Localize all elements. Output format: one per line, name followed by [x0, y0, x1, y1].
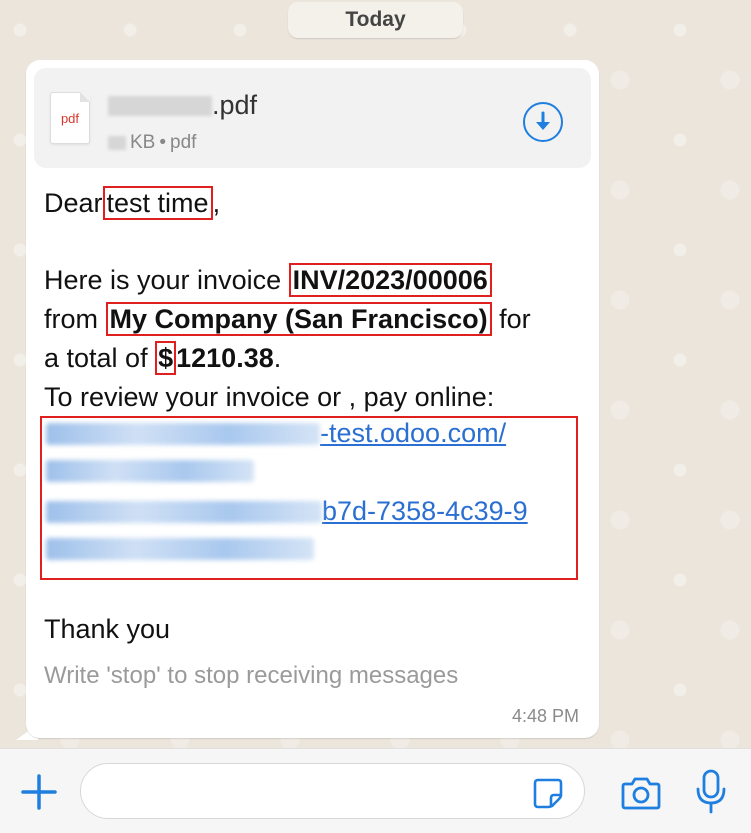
greeting-suffix: , [212, 188, 221, 218]
review-line: To review your invoice or , pay online: [44, 382, 495, 412]
payment-link-part-3[interactable]: b7d-7358-4c39-9 [322, 496, 528, 527]
file-size-unit: KB [130, 132, 156, 153]
redacted-file-name [108, 95, 212, 116]
total-suffix: . [273, 343, 282, 373]
redacted-link-segment [46, 460, 254, 482]
file-name: .pdf [108, 90, 257, 121]
total-line: a total of $1210.38. [44, 339, 281, 377]
for-word: for [499, 304, 531, 334]
payment-link-part-1[interactable]: -test.odoo.com/ [320, 418, 506, 449]
currency-symbol: $ [155, 341, 177, 375]
company-name: My Company (San Francisco) [105, 302, 492, 336]
greeting-prefix: Dear [44, 188, 103, 218]
download-button[interactable] [523, 102, 563, 142]
redacted-link-segment [46, 422, 320, 445]
date-separator: Today [288, 2, 463, 38]
invoice-line: Here is your invoice INV/2023/00006 [44, 261, 492, 299]
redacted-link-segment [46, 538, 314, 560]
file-type: pdf [170, 132, 197, 153]
plus-icon[interactable] [20, 773, 58, 811]
payment-link-line-4[interactable] [46, 538, 314, 560]
file-meta: KB • pdf [108, 132, 196, 154]
from-word: from [44, 304, 98, 334]
sticker-icon[interactable] [532, 777, 564, 809]
download-icon [536, 111, 550, 130]
payment-link-line-2[interactable] [46, 460, 254, 482]
opt-out-note: Write 'stop' to stop receiving messages [44, 662, 459, 689]
company-line: from My Company (San Francisco) for [44, 300, 531, 338]
greeting-line: Dear test time, [44, 184, 220, 222]
pdf-file-icon: pdf [50, 92, 90, 144]
redacted-file-size [108, 136, 126, 150]
composer-bar [0, 748, 751, 833]
file-name-suffix: .pdf [212, 90, 258, 120]
file-attachment[interactable]: pdf .pdf KB • pdf [34, 68, 591, 168]
redacted-link-segment [46, 500, 322, 523]
total-prefix: a total of [44, 343, 148, 373]
invoice-intro: Here is your invoice [44, 265, 282, 295]
payment-link-box: -test.odoo.com/ b7d-7358-4c39-9 [40, 416, 578, 580]
message-bubble: pdf .pdf KB • pdf Dear test time, Here is… [26, 60, 599, 738]
payment-link-line-1[interactable]: -test.odoo.com/ [46, 418, 506, 449]
thanks-line: Thank you [44, 614, 171, 644]
message-input[interactable] [80, 763, 585, 819]
invoice-number: INV/2023/00006 [288, 263, 492, 297]
camera-icon[interactable] [620, 775, 662, 811]
customer-name: test time [102, 186, 213, 220]
message-timestamp: 4:48 PM [511, 706, 579, 726]
total-amount: 1210.38 [176, 343, 274, 373]
payment-link-line-3[interactable]: b7d-7358-4c39-9 [46, 496, 528, 527]
file-meta-separator: • [159, 132, 167, 153]
microphone-icon[interactable] [694, 769, 728, 815]
pdf-icon-label: pdf [60, 110, 80, 126]
